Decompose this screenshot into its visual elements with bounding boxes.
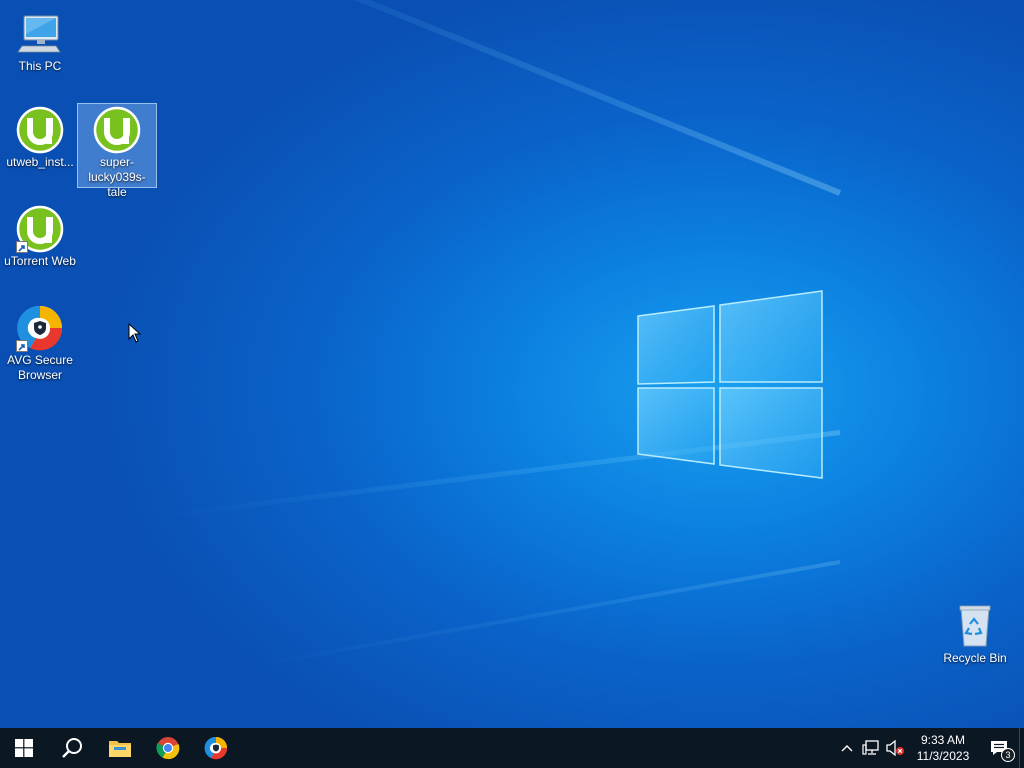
show-desktop-button[interactable] (1019, 728, 1024, 768)
search-button[interactable] (48, 728, 96, 768)
wallpaper-beam-bottom (248, 560, 841, 669)
desktop-icon-this-pc[interactable]: This PC (1, 8, 79, 77)
network-icon (862, 740, 879, 755)
shortcut-arrow-icon (16, 241, 28, 253)
action-center-button[interactable]: 3 (979, 728, 1019, 768)
chrome-icon (156, 737, 180, 760)
utorrent-icon (93, 106, 141, 154)
desktop-icon-utweb-installer[interactable]: utweb_inst... (1, 104, 79, 173)
clock[interactable]: 9:33 AM 11/3/2023 (907, 728, 979, 768)
windows-start-icon (15, 739, 33, 757)
recycle-bin-icon (951, 602, 999, 650)
desktop-icon-label: utweb_inst... (6, 155, 74, 169)
desktop-icon-utorrent-web[interactable]: uTorrent Web (1, 203, 79, 272)
this-pc-icon (16, 10, 64, 58)
clock-date: 11/3/2023 (916, 749, 970, 763)
taskbar-chrome[interactable] (144, 728, 192, 768)
desktop-icon-recycle-bin[interactable]: Recycle Bin (936, 600, 1014, 669)
desktop-icon-label: super-lucky039s-tale (88, 155, 146, 199)
clock-time: 9:33 AM (920, 733, 966, 747)
wallpaper-beam-top (199, 0, 842, 196)
taskbar-file-explorer[interactable] (96, 728, 144, 768)
desktop-icon-label: Recycle Bin (943, 651, 1007, 665)
show-hidden-icons-button[interactable] (835, 728, 859, 768)
notification-count-badge: 3 (1001, 748, 1015, 762)
wallpaper-windows-logo (637, 290, 823, 479)
shortcut-arrow-icon (16, 340, 28, 352)
system-tray: 9:33 AM 11/3/2023 3 (835, 728, 1024, 768)
volume-muted-icon (886, 740, 904, 756)
folder-icon (109, 741, 131, 757)
mouse-pointer-icon (128, 323, 142, 343)
chevron-up-icon (841, 745, 853, 752)
start-button[interactable] (0, 728, 48, 768)
desktop[interactable]: This PC utweb_inst... super-lucky039s-ta… (0, 0, 1024, 768)
volume-tray-button[interactable] (883, 728, 907, 768)
desktop-icon-avg-secure-browser[interactable]: AVG Secure Browser (1, 302, 79, 386)
desktop-icon-label: uTorrent Web (4, 254, 76, 268)
taskbar-avg-secure-browser[interactable] (192, 728, 240, 768)
desktop-icon-label: AVG Secure Browser (7, 353, 73, 382)
utorrent-icon (16, 106, 64, 154)
desktop-icon-super-lucky-tale[interactable]: super-lucky039s-tale (77, 103, 157, 199)
desktop-icon-label: This PC (18, 59, 62, 73)
network-tray-button[interactable] (859, 728, 883, 768)
utorrent-icon (16, 205, 64, 253)
avg-browser-icon (204, 736, 228, 760)
search-icon (62, 738, 82, 758)
avg-browser-icon (16, 304, 64, 352)
taskbar: 9:33 AM 11/3/2023 3 (0, 728, 1024, 768)
